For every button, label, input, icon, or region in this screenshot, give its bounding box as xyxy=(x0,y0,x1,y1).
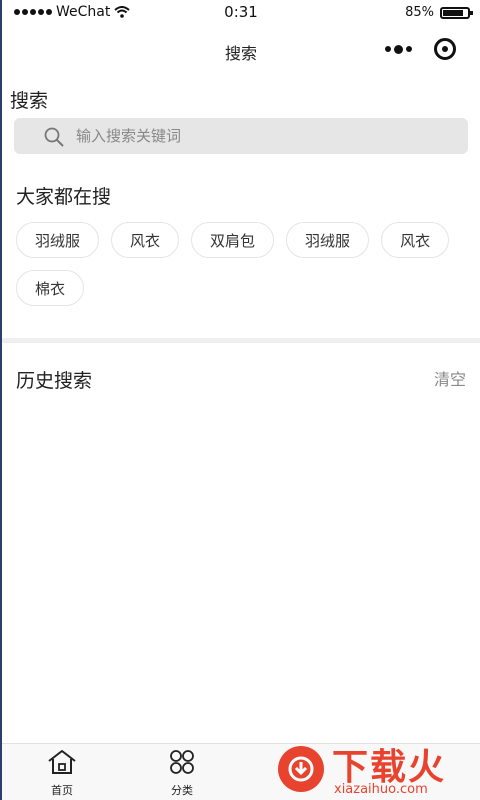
popular-tags: 羽绒服 风衣 双肩包 羽绒服 风衣 棉衣 xyxy=(16,222,476,306)
tab-label: 分类 xyxy=(171,784,193,797)
search-tag[interactable]: 羽绒服 xyxy=(286,222,370,258)
clear-history-button[interactable]: 清空 xyxy=(434,366,466,390)
more-menu-icon[interactable] xyxy=(385,44,412,54)
category-icon xyxy=(170,750,194,774)
home-icon xyxy=(48,750,76,774)
search-tag[interactable]: 风衣 xyxy=(381,222,450,258)
status-bar: WeChat 0:31 85% xyxy=(2,0,480,28)
battery-icon xyxy=(440,6,473,19)
close-program-icon[interactable] xyxy=(434,38,456,60)
search-tag[interactable]: 双肩包 xyxy=(191,222,275,258)
watermark-subtitle: xiazaihuo.com xyxy=(334,782,428,797)
search-bar[interactable] xyxy=(14,118,468,154)
nav-bar: 搜索 xyxy=(2,28,480,72)
section-divider xyxy=(2,338,480,343)
search-heading: 搜索 xyxy=(10,90,49,112)
tab-home[interactable]: 首页 xyxy=(32,748,92,798)
watermark-logo-icon xyxy=(278,746,324,792)
search-tag[interactable]: 棉衣 xyxy=(16,270,85,306)
search-icon xyxy=(44,127,64,147)
battery-percent: 85% xyxy=(405,5,434,20)
search-tag[interactable]: 羽绒服 xyxy=(16,222,100,258)
watermark: 下载火 xiazaihuo.com xyxy=(276,740,476,798)
status-right: 85% xyxy=(405,5,473,20)
popular-heading: 大家都在搜 xyxy=(16,186,112,208)
mini-program-capsule xyxy=(385,38,456,60)
search-input[interactable] xyxy=(74,126,468,146)
tab-category[interactable]: 分类 xyxy=(152,748,212,798)
history-heading: 历史搜索 xyxy=(16,370,93,392)
search-tag[interactable]: 风衣 xyxy=(111,222,180,258)
tab-label: 首页 xyxy=(51,784,73,797)
